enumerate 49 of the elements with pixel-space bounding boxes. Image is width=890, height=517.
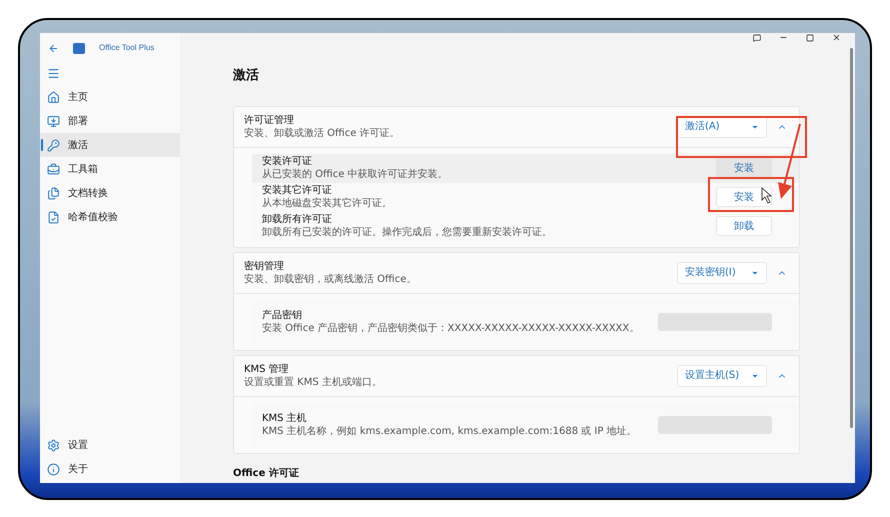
row-title: 安装其它许可证 bbox=[262, 184, 333, 197]
nav-item[interactable]: 部署 bbox=[40, 109, 180, 133]
row-description: 安装 Office 产品密钥，产品密钥类似于：XXXXX-XXXXX-XXXXX-XXXXX-XXXXX。 bbox=[262, 322, 640, 334]
row-title: KMS 主机 bbox=[262, 412, 308, 424]
settings-icon bbox=[47, 438, 60, 452]
section-title: 许可证管理 bbox=[244, 114, 295, 126]
action-dropdown-button[interactable]: 激活(A) bbox=[677, 116, 767, 138]
action-dropdown-button[interactable]: 设置主机(S) bbox=[677, 364, 767, 386]
monitor-download-icon bbox=[47, 114, 60, 128]
page-title: 激活 bbox=[233, 67, 260, 85]
section-description: 安装、卸载密钥，或离线激活 Office。 bbox=[244, 272, 418, 286]
nav-item[interactable]: 工具箱 bbox=[40, 157, 180, 181]
file-check-icon bbox=[47, 210, 60, 224]
info-icon bbox=[47, 462, 60, 476]
row-title: 卸载所有许可证 bbox=[262, 213, 333, 226]
scrollbar[interactable] bbox=[850, 48, 853, 428]
selection-indicator bbox=[41, 139, 43, 151]
feedback-icon[interactable] bbox=[753, 34, 761, 42]
section-description: 设置或重置 KMS 主机或端口。 bbox=[244, 376, 383, 388]
row-button[interactable]: 安装 bbox=[716, 158, 772, 178]
section-title: KMS 管理 bbox=[244, 362, 290, 376]
nav-item[interactable]: 激活 bbox=[40, 133, 180, 157]
close-icon[interactable] bbox=[832, 33, 841, 42]
row-description: 从本地磁盘安装其它许可证。 bbox=[262, 197, 393, 210]
key-icon bbox=[47, 138, 60, 152]
nav-item[interactable]: 文档转换 bbox=[40, 181, 180, 205]
nav-item[interactable]: 主页 bbox=[40, 85, 180, 109]
row-button[interactable]: 卸载 bbox=[716, 216, 772, 236]
row-description: KMS 主机名称，例如 kms.example.com, kms.example.com:1688 或 IP 地址。 bbox=[262, 424, 638, 438]
back-icon[interactable] bbox=[48, 42, 59, 54]
row-description: 从已安装的 Office 中获取许可证并安装。 bbox=[262, 168, 449, 181]
maximize-icon[interactable] bbox=[806, 34, 814, 42]
window-title: Office Tool Plus bbox=[99, 42, 154, 54]
section-title: 密钥管理 bbox=[244, 260, 285, 272]
nav-item[interactable]: 设置 bbox=[40, 433, 180, 457]
section-description: 安装、卸载或激活 Office 许可证。 bbox=[244, 126, 401, 140]
menu-icon[interactable] bbox=[47, 66, 60, 80]
section-heading: Office 许可证 bbox=[233, 466, 300, 480]
row-title: 安装许可证 bbox=[262, 155, 313, 168]
toolbox-icon bbox=[47, 162, 60, 176]
nav-item[interactable]: 关于 bbox=[40, 457, 180, 481]
nav-item[interactable]: 哈希值校验 bbox=[40, 205, 180, 229]
documents-icon bbox=[47, 186, 60, 200]
row-button[interactable]: 安装 bbox=[716, 187, 772, 207]
mouse-pointer-icon bbox=[762, 187, 772, 204]
row-description: 卸载所有已安装的许可证。操作完成后，您需要重新安装许可证。 bbox=[262, 226, 553, 239]
home-icon bbox=[47, 90, 60, 104]
row-title: 产品密钥 bbox=[262, 308, 303, 322]
action-dropdown-button[interactable]: 安装密钥(I) bbox=[677, 262, 767, 284]
